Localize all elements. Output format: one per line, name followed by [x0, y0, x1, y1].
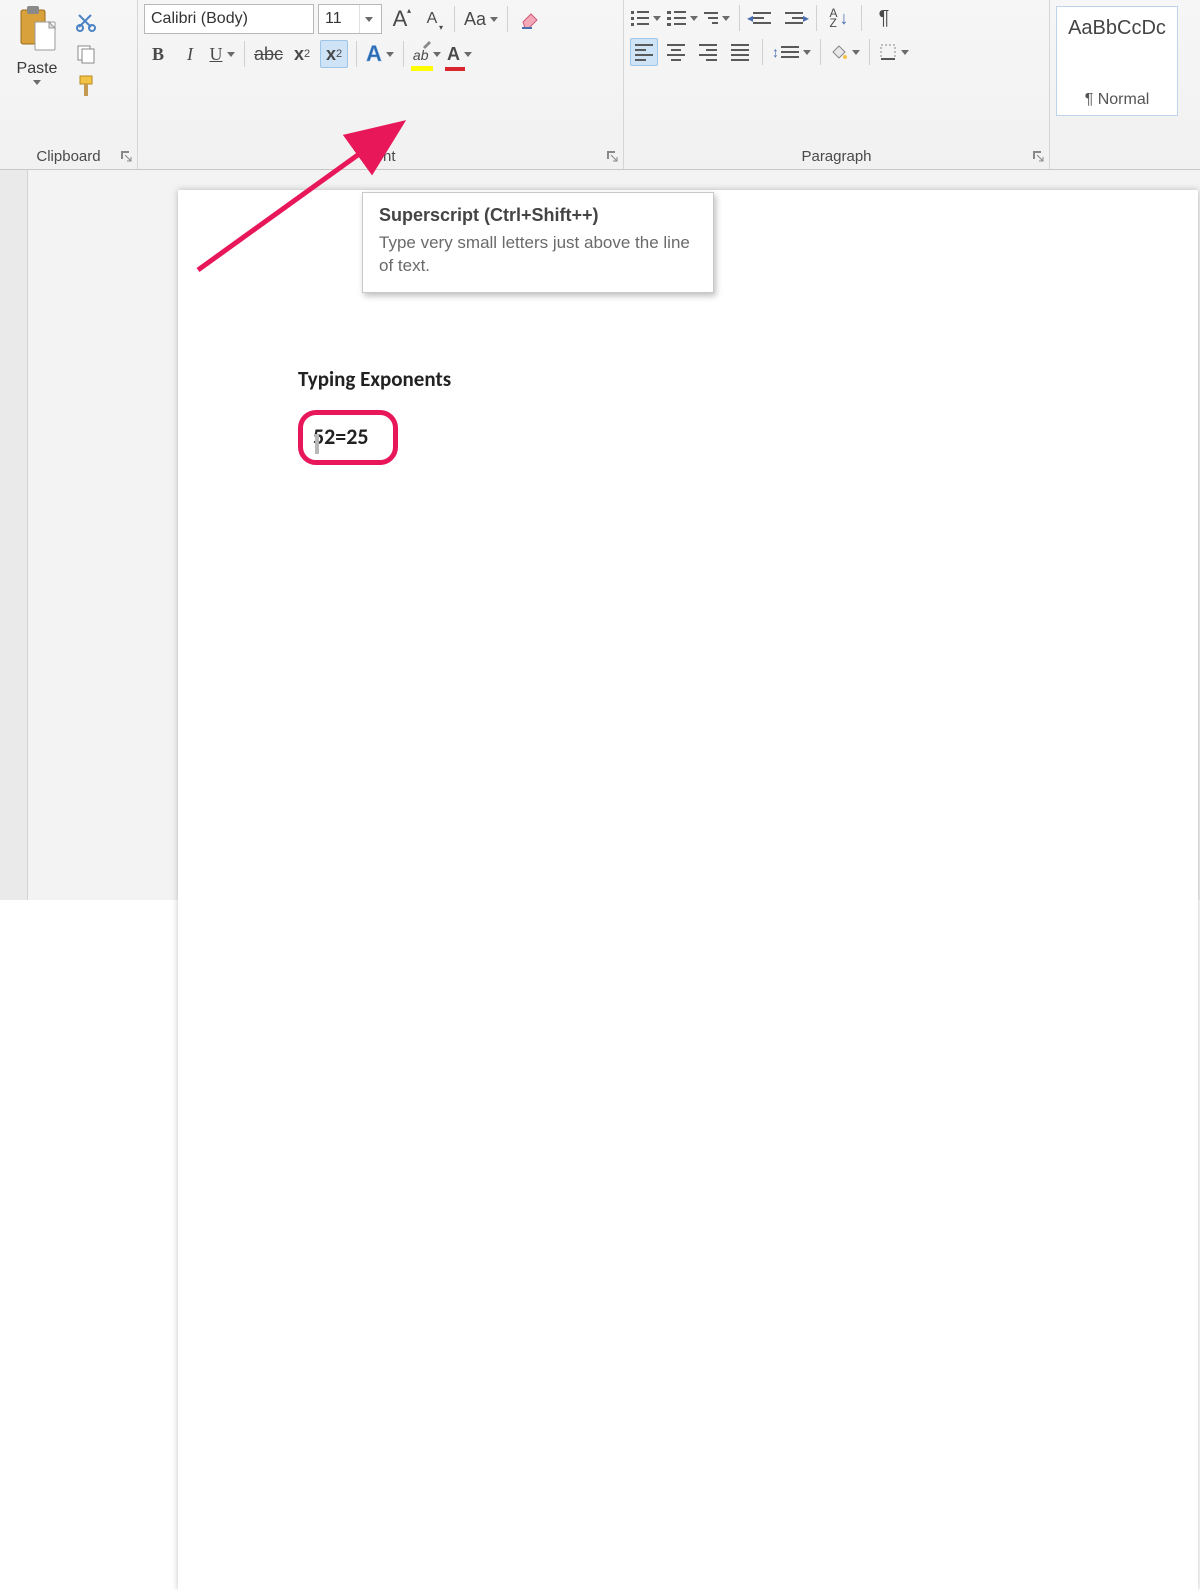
shading-button[interactable]: [829, 38, 861, 66]
copy-icon: [75, 43, 97, 65]
clipboard-group-label: Clipboard: [6, 146, 131, 169]
separator: [869, 39, 870, 65]
sort-button[interactable]: AZ↓: [825, 4, 853, 32]
superscript-button[interactable]: x2: [320, 40, 348, 68]
style-name: ¶ Normal: [1085, 91, 1150, 109]
highlight-button[interactable]: ab: [412, 40, 442, 68]
ribbon: Paste Clipboard: [0, 0, 1200, 170]
separator: [454, 6, 455, 32]
paste-label: Paste: [17, 60, 58, 78]
strikethrough-button[interactable]: abc: [253, 40, 284, 68]
justify-button[interactable]: [726, 38, 754, 66]
bold-button[interactable]: B: [144, 40, 172, 68]
group-styles: AaBbCcDc ¶ Normal: [1050, 0, 1200, 169]
numbering-icon: [667, 11, 686, 26]
paint-bucket-icon: [830, 43, 848, 61]
borders-icon: [879, 43, 897, 61]
increase-indent-button[interactable]: ▸: [780, 4, 808, 32]
align-center-icon: [667, 44, 685, 61]
text-effects-button[interactable]: A: [365, 40, 395, 68]
align-right-icon: [699, 44, 717, 61]
grow-font-button[interactable]: A▴: [386, 5, 414, 33]
tooltip-body: Type very small letters just above the l…: [379, 232, 697, 278]
underline-button[interactable]: U: [208, 40, 236, 68]
line-spacing-icon: [781, 46, 799, 58]
clipboard-launcher[interactable]: [119, 149, 133, 163]
font-color-button[interactable]: A: [446, 40, 474, 68]
align-left-icon: [635, 44, 653, 61]
format-painter-icon: [75, 74, 97, 98]
style-sample: AaBbCcDc: [1068, 17, 1166, 40]
align-right-button[interactable]: [694, 38, 722, 66]
subscript-button[interactable]: x2: [288, 40, 316, 68]
equation-highlight: 52=25: [298, 410, 398, 465]
align-center-button[interactable]: [662, 38, 690, 66]
separator: [739, 5, 740, 31]
tooltip-superscript: Superscript (Ctrl+Shift++) Type very sma…: [362, 192, 714, 293]
vertical-ruler[interactable]: [0, 170, 28, 900]
separator: [356, 41, 357, 67]
align-left-button[interactable]: [630, 38, 658, 66]
font-size-dropdown[interactable]: [359, 5, 377, 33]
bullets-icon: [631, 11, 649, 26]
document-page[interactable]: Typing Exponents 52=25: [178, 190, 1198, 1590]
tooltip-title: Superscript (Ctrl+Shift++): [379, 205, 697, 226]
decrease-indent-icon: [753, 12, 771, 24]
paragraph-launcher[interactable]: [1031, 149, 1045, 163]
copy-button[interactable]: [72, 40, 100, 68]
group-font: A▴ A▾ Aa B I U abc x2 x2 A: [138, 0, 624, 169]
separator: [816, 5, 817, 31]
increase-indent-icon: [785, 12, 803, 24]
multilevel-icon: [704, 12, 718, 24]
format-painter-button[interactable]: [72, 72, 100, 100]
font-launcher[interactable]: [605, 149, 619, 163]
separator: [762, 39, 763, 65]
group-clipboard: Paste Clipboard: [0, 0, 138, 169]
shrink-font-button[interactable]: A▾: [418, 5, 446, 33]
numbering-button[interactable]: [666, 4, 699, 32]
equation-text: 52=25: [313, 423, 369, 450]
scissors-icon: [75, 11, 97, 33]
style-tile-normal[interactable]: AaBbCcDc ¶ Normal: [1056, 6, 1178, 116]
paste-icon: [15, 4, 59, 56]
doc-heading: Typing Exponents: [298, 366, 1078, 392]
text-cursor: [315, 434, 319, 454]
separator: [507, 6, 508, 32]
eraser-icon: [519, 8, 541, 30]
change-case-button[interactable]: Aa: [463, 5, 499, 33]
paragraph-group-label: Paragraph: [630, 146, 1043, 169]
paste-dropdown[interactable]: [32, 80, 42, 85]
highlighter-pen-icon: [421, 39, 433, 51]
italic-button[interactable]: I: [176, 40, 204, 68]
justify-icon: [731, 44, 749, 61]
borders-button[interactable]: [878, 38, 910, 66]
group-paragraph: ◂ ▸ AZ↓ ¶ ↕ Paragraph: [624, 0, 1050, 169]
paste-button[interactable]: Paste: [6, 4, 68, 146]
separator: [820, 39, 821, 65]
decrease-indent-button[interactable]: ◂: [748, 4, 776, 32]
line-spacing-button[interactable]: ↕: [771, 38, 812, 66]
font-name-combo[interactable]: [144, 4, 314, 34]
font-group-label: Font: [144, 146, 617, 169]
font-size-input[interactable]: [319, 5, 359, 33]
separator: [861, 5, 862, 31]
clear-formatting-button[interactable]: [516, 5, 544, 33]
cut-button[interactable]: [72, 8, 100, 36]
show-marks-button[interactable]: ¶: [870, 4, 898, 32]
multilevel-list-button[interactable]: [703, 4, 731, 32]
font-size-combo[interactable]: [318, 4, 382, 34]
separator: [244, 41, 245, 67]
bullets-button[interactable]: [630, 4, 662, 32]
separator: [403, 41, 404, 67]
